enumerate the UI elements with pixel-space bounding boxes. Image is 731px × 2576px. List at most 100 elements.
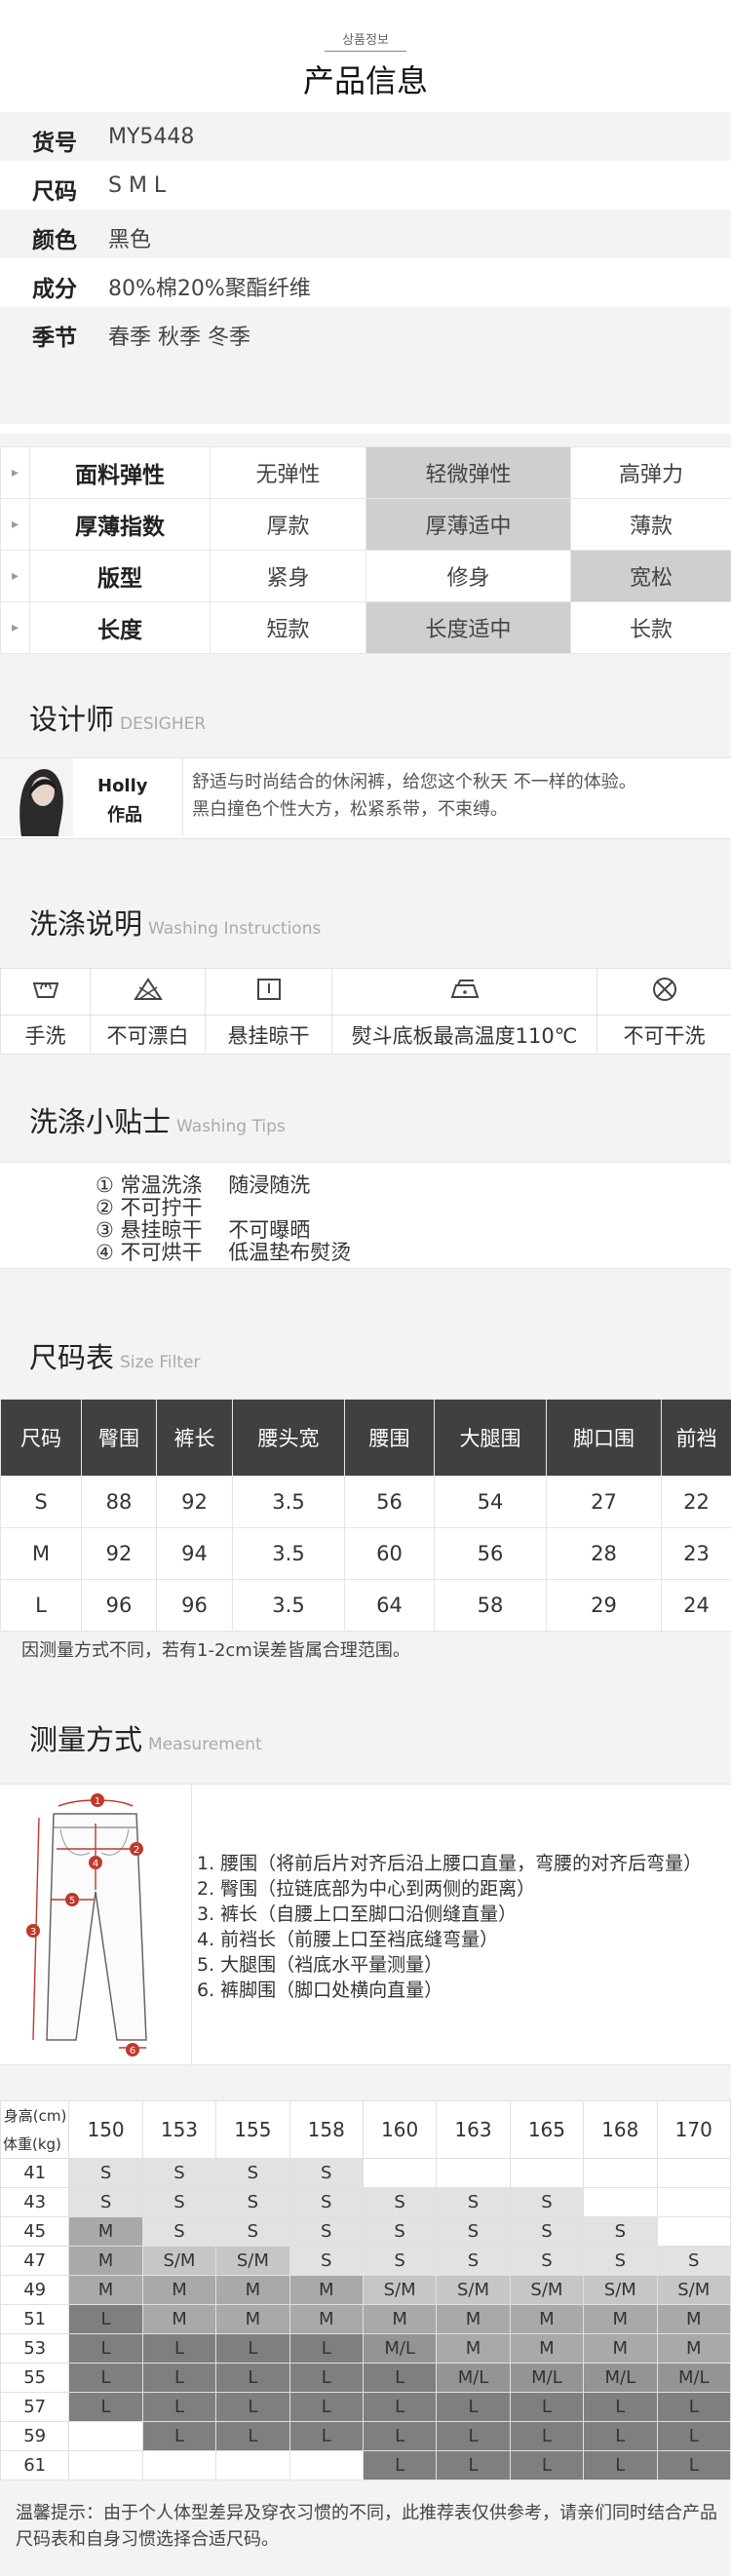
fit-cell: L — [215, 2333, 290, 2364]
fit-cell — [656, 2158, 731, 2188]
fit-cell: L — [141, 2421, 217, 2451]
fit-cell: M/L — [436, 2363, 511, 2393]
fit-cell: S — [141, 2158, 217, 2188]
svg-text:6: 6 — [130, 2046, 135, 2057]
size-cell: 96 — [156, 1579, 233, 1632]
svg-text:3: 3 — [30, 1927, 36, 1938]
no-dry-clean-icon — [596, 968, 731, 1016]
wash-label: 不可漂白 — [90, 1015, 206, 1055]
fit-cell: L — [583, 2450, 658, 2480]
fit-cell: S — [289, 2158, 364, 2188]
fit-cell: M — [656, 2333, 731, 2364]
tip-line: ② 不可拧干 — [96, 1196, 203, 1219]
table-row: 59 L L L L L L L L — [0, 2421, 731, 2451]
row-bullet-icon: ▸ — [0, 446, 30, 499]
measure-list: 1. 腰围（将前后片对齐后沿上腰口直量，弯腰的对齐后弯量） 2. 臀围（拉链底部为… — [197, 1851, 702, 2003]
table-row: 49 M M M M S/M S/M S/M S/M S/M — [0, 2275, 731, 2305]
table-row: 41 S S S S — [0, 2158, 731, 2188]
spec-value: 黑色 — [108, 228, 152, 252]
washing-heading: 洗涤说明 Washing Instructions — [29, 902, 321, 942]
size-cell: 56 — [344, 1476, 435, 1528]
fit-cell: L — [68, 2392, 143, 2422]
row-bullet-icon: ▸ — [0, 601, 30, 654]
spec-row: 货号 MY5448 — [0, 112, 731, 161]
svg-text:1: 1 — [95, 1796, 100, 1807]
attribute-option: 轻微弹性 — [366, 446, 571, 499]
size-cell: 64 — [344, 1579, 435, 1632]
measure-divider — [191, 1785, 192, 2064]
spec-label: 成分 — [32, 277, 77, 302]
fit-cell: M — [509, 2333, 585, 2364]
fit-cell: S — [436, 2187, 511, 2217]
measure-heading: 测量方式 Measurement — [29, 1717, 262, 1758]
fit-cell — [362, 2158, 438, 2188]
size-cell: 58 — [434, 1579, 547, 1632]
tips-title: 洗涤小贴士 — [29, 1105, 172, 1138]
page-title: 产品信息 — [302, 62, 428, 99]
fit-cell: L — [215, 2392, 290, 2422]
fit-cell: L — [656, 2392, 731, 2422]
size-cell: 3.5 — [232, 1579, 345, 1632]
measure-item: 2. 臀围（拉链底部为中心到两侧的距离） — [197, 1878, 536, 1900]
fit-cell: S/M — [215, 2246, 290, 2276]
grid-corner: 身高(cm) 体重(kg) — [0, 2100, 70, 2159]
fit-cell: L — [509, 2392, 585, 2422]
size-cell: 22 — [661, 1476, 731, 1528]
wash-label: 悬挂晾干 — [205, 1015, 332, 1055]
fit-cell: M/L — [362, 2333, 438, 2364]
height-header: 155 — [215, 2100, 290, 2159]
fit-cell: S — [68, 2158, 143, 2188]
washing-title: 洗涤说明 — [29, 907, 143, 941]
fit-cell: L — [362, 2392, 438, 2422]
height-header: 158 — [289, 2100, 364, 2159]
table-row: 57 L L L L L L L L L — [0, 2392, 731, 2422]
measure-item: 5. 大腿围（裆底水平量测量） — [197, 1954, 443, 1976]
height-label: 身高(cm) — [3, 2107, 67, 2125]
washing-table: 手洗 不可漂白 悬挂晾干 熨斗底板最高温度110℃ 不可干洗 — [0, 968, 731, 1055]
size-title: 尺码表 — [29, 1341, 115, 1374]
header-rule — [325, 51, 406, 52]
spec-value: MY5448 — [108, 125, 195, 149]
height-header: 170 — [656, 2100, 731, 2159]
tips-subtitle: Washing Tips — [176, 1117, 286, 1136]
fit-cell: L — [215, 2421, 290, 2451]
washing-subtitle: Washing Instructions — [148, 919, 322, 939]
fit-cell — [68, 2450, 143, 2480]
iron-icon — [331, 968, 597, 1016]
attribute-label: 厚薄指数 — [29, 498, 211, 551]
table-row: 61 L L L L L — [0, 2450, 731, 2480]
size-cell: 88 — [81, 1476, 157, 1528]
height-header: 163 — [436, 2100, 511, 2159]
fit-cell: S/M — [362, 2275, 438, 2305]
table-row: 47 M S/M S/M S S S S S S — [0, 2246, 731, 2276]
fit-cell: S — [289, 2187, 364, 2217]
wash-label: 熨斗底板最高温度110℃ — [331, 1015, 597, 1055]
fit-cell: M — [289, 2304, 364, 2334]
fit-cell: L — [436, 2421, 511, 2451]
fit-cell: L — [362, 2363, 438, 2393]
designer-work: 作品 — [107, 805, 142, 826]
designer-text-1: 舒适与时尚结合的休闲裤，给您这个秋天 不一样的体验。 — [192, 772, 636, 792]
spec-value: 80%棉20%聚酯纤维 — [108, 277, 311, 301]
spec-row: 颜色 黑色 — [0, 210, 731, 258]
attribute-option: 薄款 — [570, 498, 731, 551]
designer-subtitle: DESIGHER — [120, 714, 207, 734]
size-note: 因测量方式不同，若有1-2cm误差皆属合理范围。 — [21, 1640, 410, 1661]
weight-header: 43 — [0, 2187, 70, 2217]
attribute-table: ▸ 面料弹性 无弹性 轻微弹性 高弹力 ▸ 厚薄指数 厚款 厚薄适中 薄款 ▸ 版型 紧身 修身 宽松 ▸ 长度… — [0, 446, 731, 654]
measure-card: 1 2 3 4 5 6 1. 腰围（将前后片对齐后沿上腰口直量，弯腰的对齐后弯量… — [0, 1784, 731, 2065]
designer-title: 设计师 — [29, 703, 115, 736]
wash-label: 手洗 — [0, 1015, 91, 1055]
fit-cell: S — [509, 2187, 585, 2217]
fit-cell: M — [215, 2304, 290, 2334]
size-cell: 27 — [546, 1476, 662, 1528]
attribute-label: 长度 — [29, 601, 211, 654]
size-header: 臀围 — [81, 1399, 157, 1477]
size-header: 腰围 — [344, 1399, 435, 1477]
fit-cell: S/M — [436, 2275, 511, 2305]
weight-header: 61 — [0, 2450, 70, 2480]
fit-cell: L — [362, 2421, 438, 2451]
fit-cell: M/L — [509, 2363, 585, 2393]
spec-value: S M L — [108, 173, 167, 198]
weight-header: 57 — [0, 2392, 70, 2422]
